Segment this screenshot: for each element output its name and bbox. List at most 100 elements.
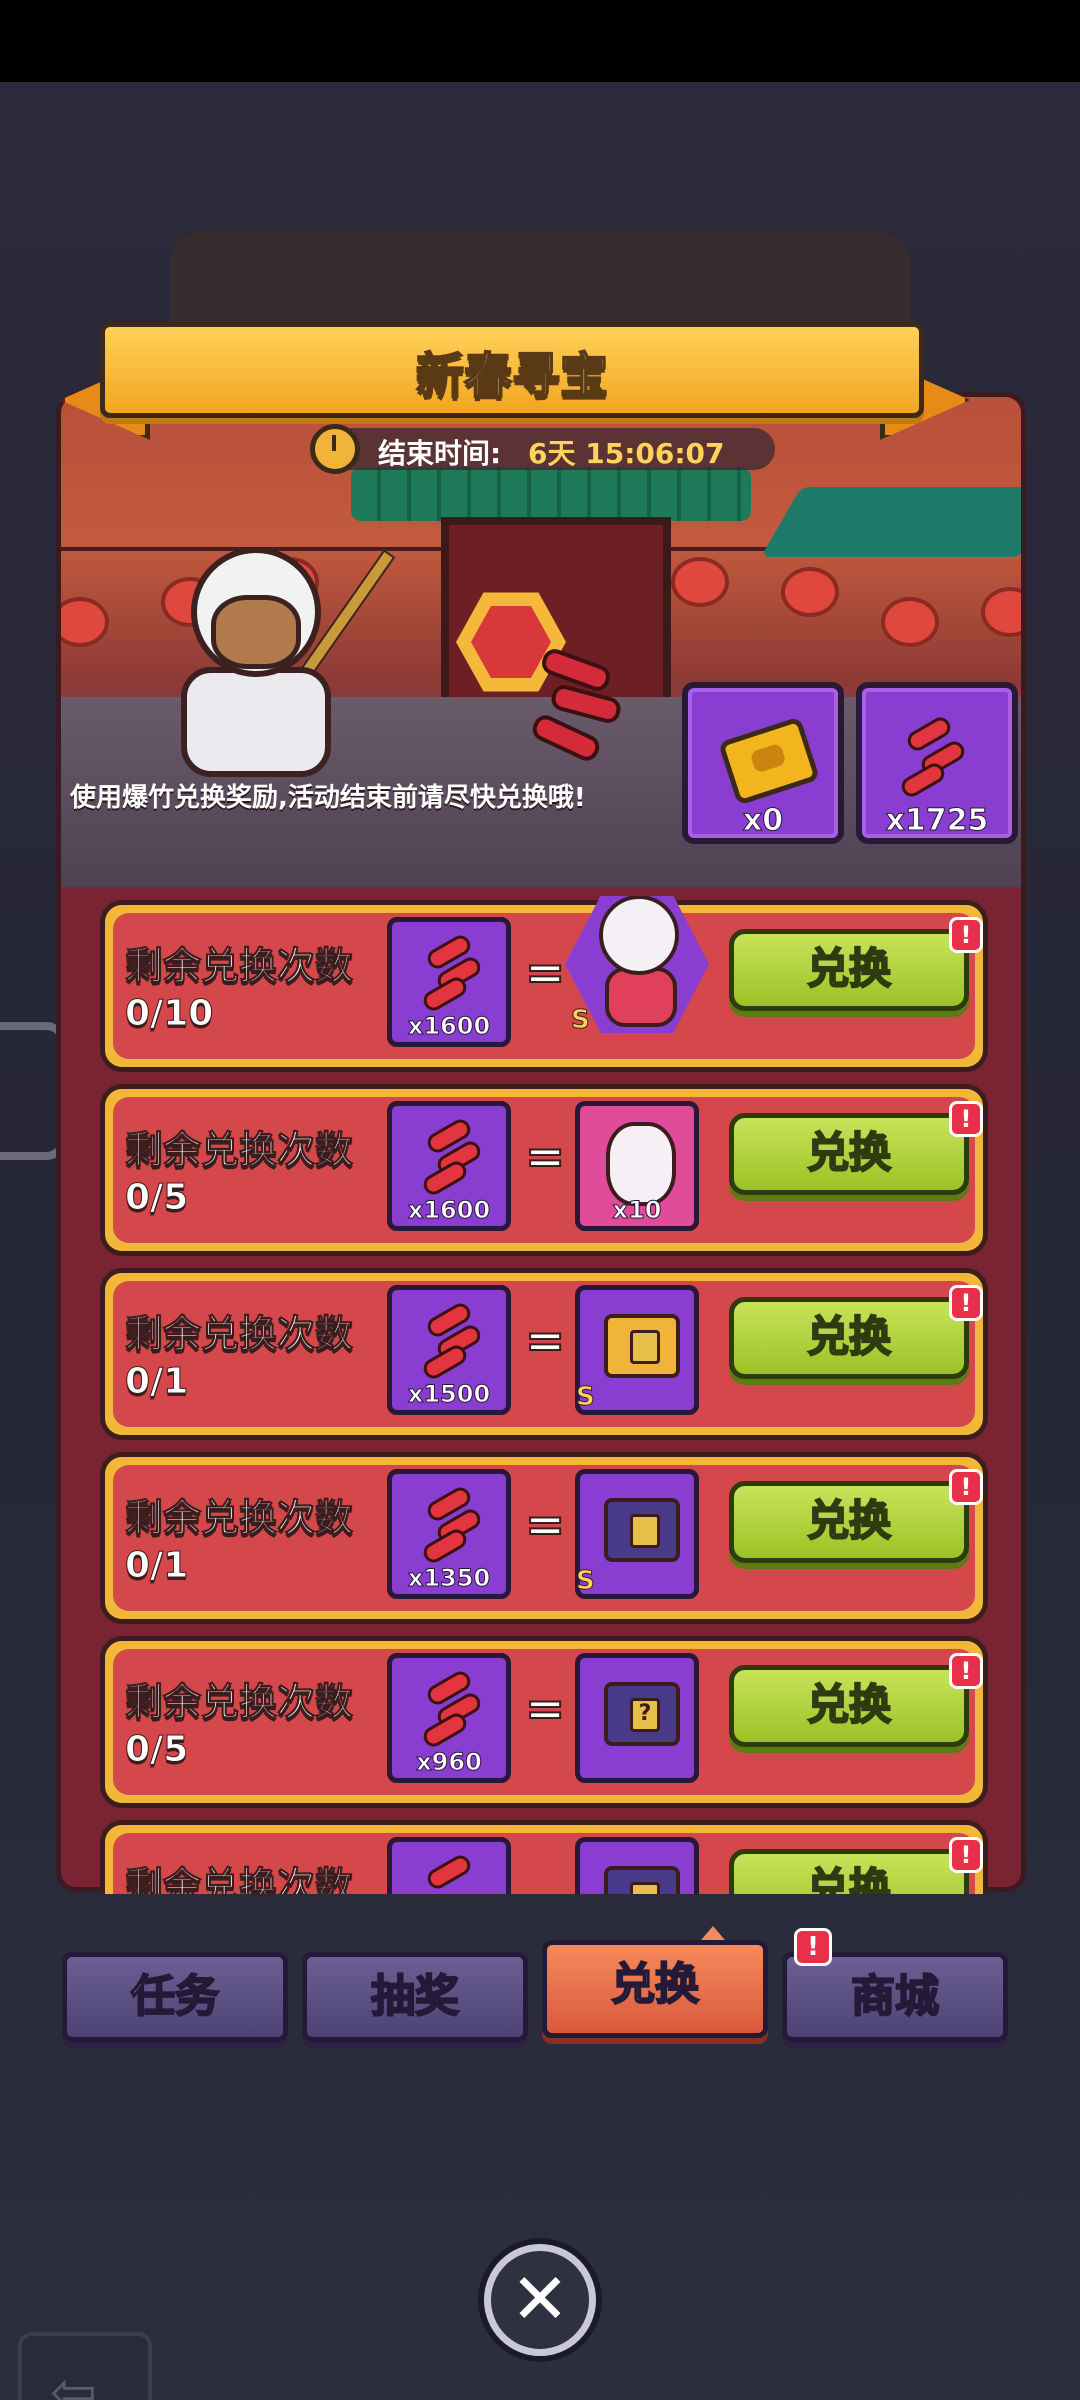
cost-amount: x1600 <box>407 1196 491 1225</box>
alert-badge: ! <box>949 1837 983 1873</box>
purple-chest-reward[interactable] <box>575 1837 699 1894</box>
exchange-row: 剩余兑换次数 0/1 x1350 = S 兑换 ! <box>100 1452 988 1624</box>
page-title: 新春寻宝 <box>415 347 609 405</box>
remaining-label: 剩余兑换次数 <box>124 1864 354 1895</box>
exchange-button[interactable]: 兑换 <box>729 929 969 1011</box>
exchange-row: 剩余兑换次数 0/5 x1600 = x10 兑换 ! <box>100 1084 988 1256</box>
equals-sign: = <box>524 1496 566 1554</box>
reward-amount: x10 <box>612 1196 662 1225</box>
remaining-label: 剩余兑换次数 <box>124 1496 354 1541</box>
mystery-chest-icon <box>604 1682 680 1746</box>
remaining-count: 0/5 <box>124 1177 189 1219</box>
equals-sign: = <box>524 1128 566 1186</box>
close-icon: ✕ <box>510 2258 570 2340</box>
capybara-mascot <box>171 547 396 777</box>
remaining-count: 0/1 <box>124 1361 189 1403</box>
dragon-pet-reward[interactable]: x10 <box>575 1101 699 1231</box>
alert-badge: ! <box>949 1469 983 1505</box>
exchange-button-label: 兑换 <box>806 1311 892 1362</box>
firecracker-cost <box>387 1837 511 1894</box>
hero-body <box>605 967 677 1027</box>
reward-grade: S <box>576 1382 596 1413</box>
exchange-button-label: 兑换 <box>806 943 892 994</box>
remaining-label: 剩余兑换次数 <box>124 1680 354 1725</box>
exchange-button-label: 兑换 <box>806 1127 892 1178</box>
exchange-button[interactable]: 兑换 <box>729 1481 969 1563</box>
equals-sign: = <box>524 944 566 1002</box>
timer-value: 6天 15:06:07 <box>528 437 725 470</box>
exchange-row: 剩余兑换次数 0/1 x1500 = S 兑换 ! <box>100 1268 988 1440</box>
exchange-button-label: 兑换 <box>806 1495 892 1546</box>
lantern-icon <box>981 587 1021 637</box>
exchange-list[interactable]: 剩余兑换次数 0/10 x1600 = S 兑换 ! 剩余兑换次数 0/5 x1… <box>100 896 990 1894</box>
dragon-pet-icon <box>606 1122 676 1206</box>
purple-chest-icon <box>604 1498 680 1562</box>
firecracker-cost: x960 <box>387 1653 511 1783</box>
gate-roof <box>351 467 751 521</box>
mystery-chest-reward[interactable] <box>575 1653 699 1783</box>
purple-chest-reward[interactable]: S <box>575 1469 699 1599</box>
remaining-count: 0/5 <box>124 1729 189 1771</box>
equals-sign: = <box>524 1312 566 1370</box>
exchange-row: 剩余兑换次数 兑换 ! <box>100 1820 988 1894</box>
firecracker-cost: x1600 <box>387 1101 511 1231</box>
close-button[interactable]: ✕ <box>484 2244 596 2356</box>
exchange-row: 剩余兑换次数 0/5 x960 = 兑换 ! <box>100 1636 988 1808</box>
lantern-icon <box>61 597 109 647</box>
tab-label: 兑换 <box>610 1958 700 2011</box>
firecracker-bundle-icon <box>528 645 631 777</box>
remaining-label: 剩余兑换次数 <box>124 1312 354 1357</box>
equals-sign: = <box>524 1680 566 1738</box>
reward-grade: S <box>576 1566 596 1597</box>
tab-label: 抽奖 <box>370 1970 460 2023</box>
tab-tasks[interactable]: 任务 <box>62 1952 288 2042</box>
alert-badge: ! <box>949 1285 983 1321</box>
cost-amount: x1350 <box>407 1564 491 1593</box>
exchange-button-label: 兑换 <box>806 1679 892 1730</box>
lantern-icon <box>881 597 939 647</box>
exchange-button[interactable]: 兑换 <box>729 1665 969 1747</box>
bottom-tab-bar: 任务 抽奖 兑换 商城 ! <box>56 1926 1026 2046</box>
ticket-currency[interactable]: x0 <box>682 682 844 844</box>
alert-badge: ! <box>949 1653 983 1689</box>
cost-amount: x960 <box>416 1748 483 1777</box>
tab-label: 任务 <box>130 1970 220 2023</box>
cost-amount: x1600 <box>407 1012 491 1041</box>
firecracker-cost: x1500 <box>387 1285 511 1415</box>
tab-exchange[interactable]: 兑换 <box>542 1940 768 2038</box>
hero-head <box>599 896 679 975</box>
reward-grade: S <box>571 1005 591 1036</box>
ticket-amount: x0 <box>742 803 784 839</box>
status-bar <box>0 0 1080 82</box>
side-roof <box>760 487 1021 557</box>
exchange-button[interactable]: 兑换 <box>729 1849 969 1894</box>
exchange-button[interactable]: 兑换 <box>729 1297 969 1379</box>
remaining-count: 0/10 <box>124 993 214 1035</box>
lantern-icon <box>671 557 729 607</box>
timer-label: 结束时间: <box>378 437 502 470</box>
tab-alert-badge: ! <box>794 1928 832 1966</box>
gold-ticket-icon <box>717 716 821 806</box>
cost-amount: x1500 <box>407 1380 491 1409</box>
gold-chest-icon <box>604 1314 680 1378</box>
firecracker-cost: x1350 <box>387 1469 511 1599</box>
alert-badge: ! <box>949 1101 983 1137</box>
event-description: 使用爆竹兑换奖励,活动结束前请尽快兑换哦! <box>70 783 586 813</box>
gold-chest-reward[interactable]: S <box>575 1285 699 1415</box>
lantern-icon <box>781 567 839 617</box>
alert-badge: ! <box>949 917 983 953</box>
remaining-count: 0/1 <box>124 1545 189 1587</box>
purple-chest-icon <box>604 1866 680 1894</box>
firecracker-amount: x1725 <box>885 803 989 839</box>
exchange-row: 剩余兑换次数 0/10 x1600 = S 兑换 ! <box>100 896 988 1072</box>
tab-lottery[interactable]: 抽奖 <box>302 1952 528 2042</box>
remaining-label: 剩余兑换次数 <box>124 944 354 989</box>
firecracker-currency[interactable]: x1725 <box>856 682 1018 844</box>
exchange-button[interactable]: 兑换 <box>729 1113 969 1195</box>
exchange-button-label: 兑换 <box>806 1863 892 1894</box>
remaining-label: 剩余兑换次数 <box>124 1128 354 1173</box>
firecracker-cost: x1600 <box>387 917 511 1047</box>
stopwatch-icon <box>310 424 360 474</box>
tab-label: 商城 <box>850 1970 940 2023</box>
back-arrow-icon[interactable]: ⇦ <box>18 2332 152 2400</box>
